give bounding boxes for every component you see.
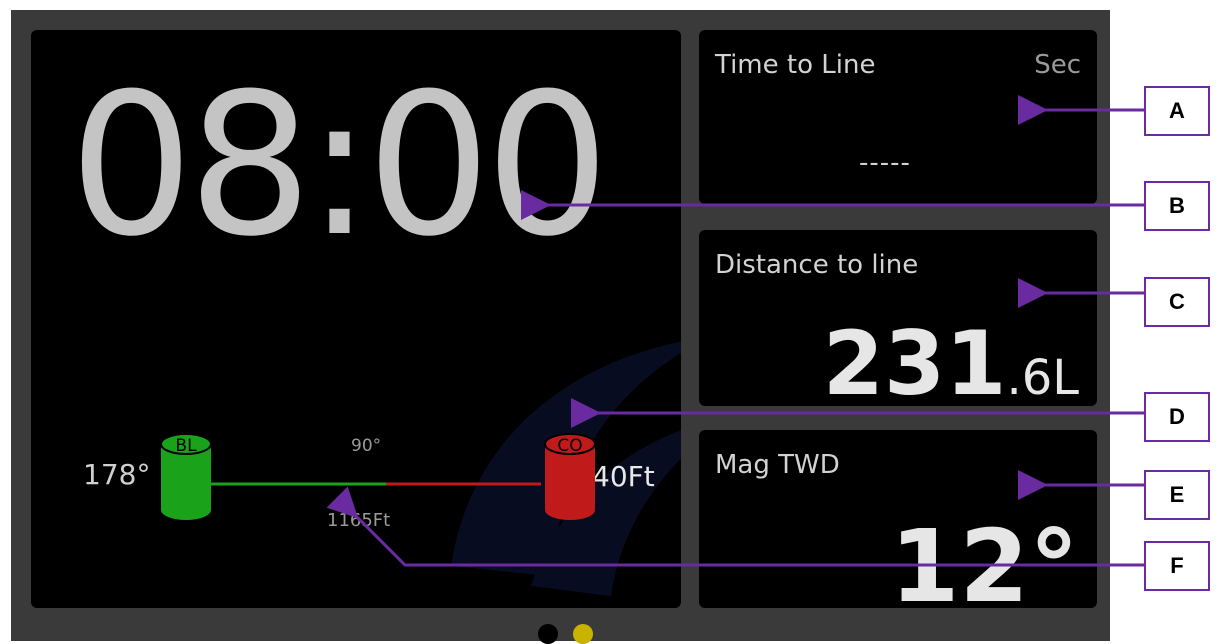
committee-boat-buoy-icon: CO bbox=[544, 433, 596, 520]
countdown-timer: 08:00 bbox=[69, 52, 610, 280]
left-mark-bearing: 178° bbox=[83, 458, 151, 491]
right-mark-label: CO bbox=[557, 436, 582, 456]
mag-twd-tile[interactable]: Mag TWD 12° bbox=[699, 430, 1097, 608]
tile-title: Time to Line bbox=[715, 50, 876, 80]
tile-title: Mag TWD bbox=[715, 450, 840, 480]
tile-title: Distance to line bbox=[715, 250, 919, 280]
start-line-graphic: BL CO bbox=[161, 433, 596, 520]
time-to-line-value: ----- bbox=[859, 148, 911, 178]
callout-a: A bbox=[1144, 86, 1210, 136]
distance-main: 231 bbox=[822, 312, 1007, 406]
tile-unit: Sec bbox=[1034, 50, 1081, 80]
callout-b: B bbox=[1144, 181, 1210, 231]
distance-to-line-tile[interactable]: Distance to line 231.6L bbox=[699, 230, 1097, 406]
distance-suffix: .6L bbox=[1006, 350, 1079, 406]
callout-f: F bbox=[1144, 541, 1210, 591]
page-dot-1[interactable] bbox=[538, 624, 558, 644]
time-to-line-tile[interactable]: Time to Line Sec ----- bbox=[699, 30, 1097, 204]
page-dot-2-active[interactable] bbox=[573, 624, 593, 644]
instrument-display: AMZ YACHTING 08:00 178° 90° 1165Ft 40Ft … bbox=[11, 10, 1110, 644]
callout-d: D bbox=[1144, 392, 1210, 442]
callout-e: E bbox=[1144, 470, 1210, 520]
mag-twd-value: 12° bbox=[889, 508, 1079, 608]
distance-to-line-value: 231.6L bbox=[823, 312, 1079, 406]
callout-c: C bbox=[1144, 277, 1210, 327]
boat-end-buoy-icon: BL bbox=[161, 433, 212, 520]
left-mark-label: BL bbox=[175, 436, 197, 456]
race-timer-panel[interactable]: AMZ YACHTING 08:00 178° 90° 1165Ft 40Ft … bbox=[31, 30, 681, 608]
